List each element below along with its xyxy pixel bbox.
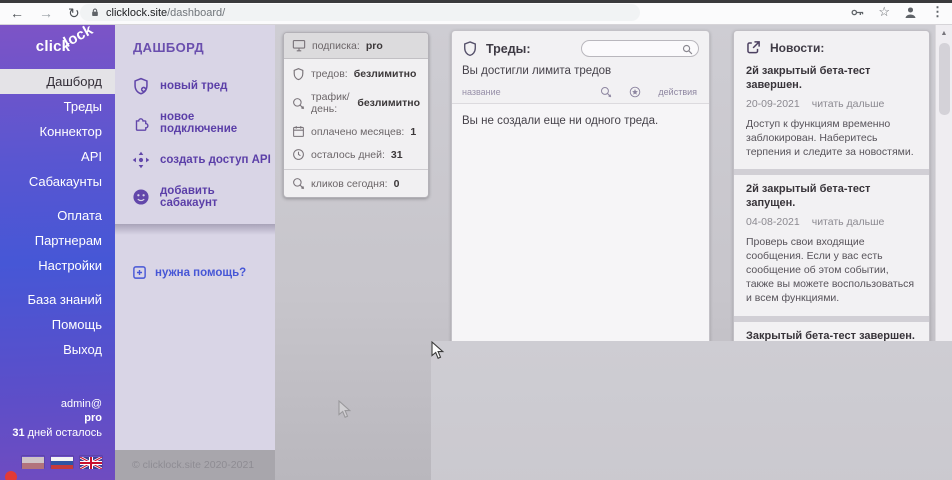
news-item-body: Проверь свои входящие сообщения. Если у … (746, 235, 917, 306)
menu-dots-icon[interactable]: ⋮ (931, 4, 944, 20)
news-item-body: Доступ к функциям временно заблокирован.… (746, 117, 917, 160)
puzzle-icon (132, 114, 150, 132)
flag-poland-icon[interactable] (22, 456, 44, 468)
new-connection-link[interactable]: новое подключение (115, 103, 275, 143)
scrollbar-thumb[interactable] (939, 43, 950, 115)
sidebar-item-partners[interactable]: Партнерам (0, 228, 115, 253)
recording-dot (5, 471, 17, 480)
subscription-card: подписка: pro тредов:безлимитно трафик/д… (283, 32, 429, 198)
account-info: admin@ pro 31 дней осталось (12, 397, 102, 440)
click-icon (600, 86, 612, 98)
subscription-value: pro (366, 40, 383, 52)
threads-search-input[interactable] (582, 41, 698, 56)
new-thread-link[interactable]: новый тред (115, 69, 275, 103)
threads-search-box (581, 40, 699, 57)
clicklock-logo: clicklock (0, 25, 115, 55)
sidebar-item-payment[interactable]: Оплата (0, 203, 115, 228)
news-card: 2й закрытый бета-тест запущен. 04-08-202… (734, 175, 929, 315)
shield-icon (292, 67, 305, 81)
add-subaccount-label: добавить сабакаунт (160, 185, 271, 209)
news-card: Новости: 2й закрытый бета-тест завершен.… (734, 31, 929, 169)
sidebar-item-threads[interactable]: Треды (0, 94, 115, 119)
subscription-label: подписка: (312, 40, 360, 52)
browser-back-button[interactable]: ← (10, 4, 24, 22)
monitor-icon (292, 39, 306, 52)
browser-chrome: ← → ↻ clicklock.site/dashboard/ ☆ ⋮ (0, 0, 952, 25)
copyright-footer: © clicklock.site 2020-2021 (115, 450, 275, 480)
click-icon (292, 177, 305, 190)
sidebar-item-logout[interactable]: Выход (0, 337, 115, 362)
scroll-up-arrow-icon[interactable]: ▲ (936, 30, 952, 37)
browser-reload-button[interactable]: ↻ (68, 4, 80, 22)
search-icon (682, 44, 693, 55)
news-item-title: 2й закрытый бета-тест завершен. (746, 64, 917, 93)
threads-table-header: название действия (452, 84, 709, 104)
account-days-left: 31 дней осталось (12, 426, 102, 440)
sidebar-menu: Дашборд Треды Коннектор API Сабакаунты О… (0, 69, 115, 362)
need-help-label: нужна помощь? (155, 267, 246, 279)
sidebar-item-connector[interactable]: Коннектор (0, 119, 115, 144)
mouse-cursor-ghost-icon (338, 400, 352, 425)
profile-icon[interactable] (903, 5, 918, 20)
flag-russia-icon[interactable] (51, 456, 73, 468)
new-thread-label: новый тред (160, 80, 227, 92)
column-actions-label: действия (658, 87, 697, 97)
language-switcher (22, 456, 102, 468)
need-help-link[interactable]: нужна помощь? (132, 265, 275, 280)
new-connection-label: новое подключение (160, 111, 271, 135)
browser-forward-button[interactable]: → (39, 4, 53, 22)
thread-limit-notice: Вы достигли лимита тредов (452, 62, 709, 84)
column-name-label: название (462, 87, 501, 97)
create-api-access-label: создать доступ API (160, 154, 271, 166)
click-icon (292, 97, 305, 110)
address-bar[interactable]: clicklock.site/dashboard/ (80, 4, 640, 21)
news-item-date: 04-08-2021 (746, 216, 800, 228)
flag-uk-icon[interactable] (80, 456, 102, 468)
url-text: clicklock.site/dashboard/ (106, 7, 225, 19)
external-link-icon (746, 40, 761, 55)
sidebar-item-api[interactable]: API (0, 144, 115, 169)
sidebar-item-settings[interactable]: Настройки (0, 253, 115, 278)
star-circle-icon (629, 86, 641, 98)
stat-row-months-paid: оплачено месяцев:1 (284, 120, 428, 143)
bookmark-star-icon[interactable]: ☆ (878, 4, 890, 20)
read-more-link[interactable]: читать дальше (812, 98, 885, 110)
stat-row-days-left: осталось дней:31 (284, 143, 428, 166)
threads-title: Треды: (486, 42, 531, 56)
mouse-cursor-icon (431, 341, 952, 480)
news-title: Новости: (770, 41, 824, 55)
create-api-access-link[interactable]: создать доступ API (115, 143, 275, 177)
sidebar-item-knowledge-base[interactable]: База знаний (0, 287, 115, 312)
stat-row-clicks-today: кликов сегодня:0 (284, 169, 428, 197)
sidebar: clicklock Дашборд Треды Коннектор API Са… (0, 25, 115, 480)
subscription-header: подписка: pro (284, 33, 428, 59)
news-item-title: 2й закрытый бета-тест запущен. (746, 182, 917, 211)
shield-plus-icon (132, 77, 150, 95)
add-subaccount-link[interactable]: добавить сабакаунт (115, 177, 275, 217)
stat-row-threads: тредов:безлимитно (284, 59, 428, 86)
move-arrows-icon (132, 151, 150, 169)
key-icon[interactable] (850, 5, 865, 20)
account-email: admin@ (12, 397, 102, 411)
sidebar-item-subaccounts[interactable]: Сабакаунты (0, 169, 115, 194)
stat-row-traffic: трафик/день:безлимитно (284, 86, 428, 120)
calendar-icon (292, 125, 305, 138)
window-top-strip (0, 0, 952, 3)
account-plan: pro (12, 411, 102, 425)
clock-icon (292, 148, 305, 161)
section-divider (115, 224, 275, 235)
sidebar-item-dashboard[interactable]: Дашборд (0, 69, 115, 94)
shield-icon (462, 40, 478, 57)
dashboard-actions-panel: ДАШБОРД новый тред новое подключение соз… (115, 25, 275, 480)
read-more-link[interactable]: читать дальше (812, 216, 885, 228)
sidebar-item-help[interactable]: Помощь (0, 312, 115, 337)
help-plus-icon (132, 265, 147, 280)
news-item-date: 20-09-2021 (746, 98, 800, 110)
lock-icon (90, 7, 100, 18)
face-icon (132, 188, 150, 206)
dashboard-panel-title: ДАШБОРД (133, 40, 275, 55)
